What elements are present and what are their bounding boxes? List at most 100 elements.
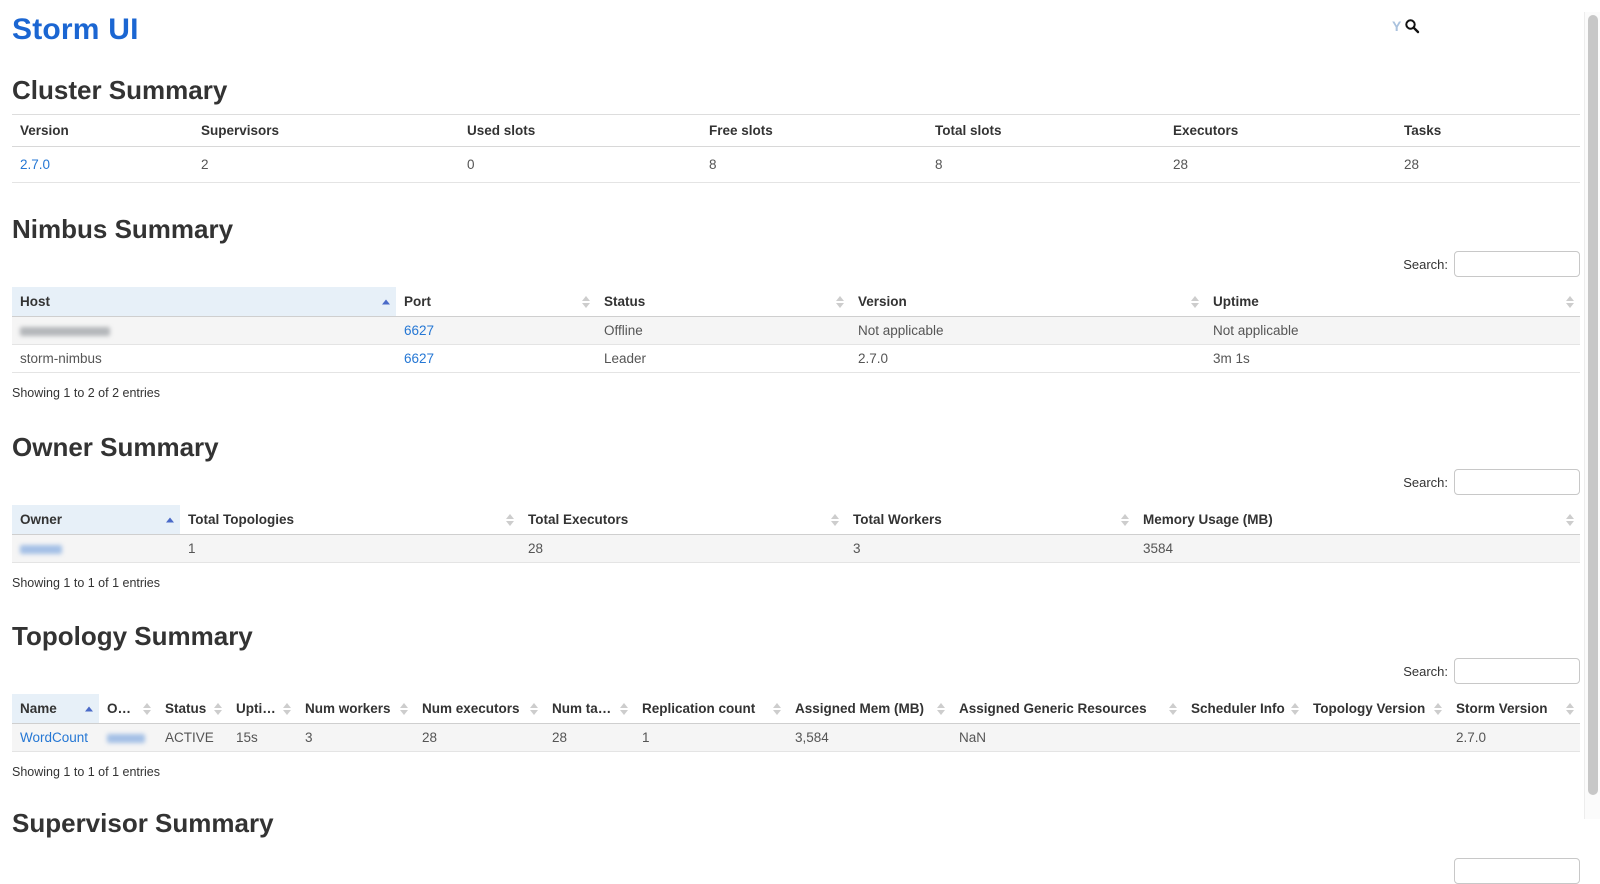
- nimbus-host-cell: storm-nimbus: [12, 345, 396, 373]
- nimbus-col-status[interactable]: Status: [596, 287, 850, 317]
- nimbus-uptime-cell: Not applicable: [1205, 317, 1580, 345]
- nimbus-version-cell: 2.7.0: [850, 345, 1205, 373]
- owner-header-row: Owner Total Topologies Total Executors T…: [12, 505, 1580, 535]
- nimbus-search-row: Search:: [12, 251, 1580, 277]
- cluster-version-link[interactable]: 2.7.0: [20, 157, 50, 172]
- sort-both-icon: [506, 514, 514, 526]
- nimbus-port-link[interactable]: 6627: [404, 323, 434, 338]
- page-title: Storm UI: [12, 12, 1580, 48]
- topology-num-tasks-cell: 28: [544, 724, 634, 752]
- sort-both-icon: [283, 703, 291, 715]
- topbar-icons: Y: [1392, 16, 1420, 36]
- cluster-header-row: Version Supervisors Used slots Free slot…: [12, 115, 1580, 147]
- column-label: Num executors: [422, 701, 520, 716]
- vertical-scrollbar-thumb[interactable]: [1588, 15, 1598, 795]
- sort-asc-icon: [382, 299, 390, 304]
- topology-col-owner[interactable]: Owner: [99, 694, 157, 724]
- sort-both-icon: [620, 703, 628, 715]
- owner-col-total-topologies[interactable]: Total Topologies: [180, 505, 520, 535]
- nimbus-search-input[interactable]: [1454, 251, 1580, 277]
- nimbus-col-version[interactable]: Version: [850, 287, 1205, 317]
- topology-header-row: Name Owner Status Uptime Num workers: [12, 694, 1580, 724]
- column-label: Port: [404, 294, 431, 309]
- topology-col-assigned-mem[interactable]: Assigned Mem (MB): [787, 694, 951, 724]
- owner-search-input[interactable]: [1454, 469, 1580, 495]
- topology-search-label: Search:: [1403, 664, 1448, 679]
- nimbus-status-cell: Offline: [596, 317, 850, 345]
- nimbus-summary-heading: Nimbus Summary: [12, 213, 1580, 245]
- topology-col-topology-version[interactable]: Topology Version: [1305, 694, 1448, 724]
- topology-row: WordCount ACTIVE 15s 3 28 28 1 3,584 NaN…: [12, 724, 1580, 752]
- topology-col-num-tasks[interactable]: Num tasks: [544, 694, 634, 724]
- topology-storm-version-cell: 2.7.0: [1448, 724, 1580, 752]
- topology-status-cell: ACTIVE: [157, 724, 228, 752]
- supervisor-search-input[interactable]: [1454, 858, 1580, 884]
- owner-name-cell: [12, 535, 180, 563]
- cluster-col-tasks: Tasks: [1396, 115, 1580, 147]
- topology-col-replication-count[interactable]: Replication count: [634, 694, 787, 724]
- nimbus-row: storm-nimbus 6627 Leader 2.7.0 3m 1s: [12, 345, 1580, 373]
- supervisor-summary-heading: Supervisor Summary: [12, 807, 1580, 839]
- nimbus-host-cell: [12, 317, 396, 345]
- redacted-owner-value: [107, 734, 145, 743]
- cluster-col-used-slots: Used slots: [459, 115, 701, 147]
- topology-uptime-cell: 15s: [228, 724, 297, 752]
- nimbus-header-row: Host Port Status Version Uptime: [12, 287, 1580, 317]
- topology-name-link[interactable]: WordCount: [20, 730, 88, 745]
- sort-both-icon: [400, 703, 408, 715]
- topology-col-num-workers[interactable]: Num workers: [297, 694, 414, 724]
- column-label: Replication count: [642, 701, 755, 716]
- owner-total-executors-cell: 28: [520, 535, 845, 563]
- owner-col-total-executors[interactable]: Total Executors: [520, 505, 845, 535]
- column-label: Total Executors: [528, 512, 628, 527]
- sort-both-icon: [1291, 703, 1299, 715]
- y-icon[interactable]: Y: [1392, 16, 1401, 36]
- nimbus-port-cell: 6627: [396, 317, 596, 345]
- topology-col-uptime[interactable]: Uptime: [228, 694, 297, 724]
- topology-assigned-mem-cell: 3,584: [787, 724, 951, 752]
- supervisor-search-row: [12, 858, 1580, 884]
- nimbus-col-host[interactable]: Host: [12, 287, 396, 317]
- nimbus-uptime-cell: 3m 1s: [1205, 345, 1580, 373]
- topology-num-workers-cell: 3: [297, 724, 414, 752]
- column-label: Host: [20, 294, 50, 309]
- sort-both-icon: [836, 296, 844, 308]
- cluster-total-slots-cell: 8: [927, 147, 1165, 183]
- sort-both-icon: [530, 703, 538, 715]
- topology-col-assigned-generic-resources[interactable]: Assigned Generic Resources: [951, 694, 1183, 724]
- topology-col-status[interactable]: Status: [157, 694, 228, 724]
- cluster-used-slots-cell: 0: [459, 147, 701, 183]
- topology-col-storm-version[interactable]: Storm Version: [1448, 694, 1580, 724]
- topology-search-row: Search:: [12, 658, 1580, 684]
- sort-both-icon: [582, 296, 590, 308]
- sort-both-icon: [1169, 703, 1177, 715]
- column-label: Num workers: [305, 701, 391, 716]
- nimbus-col-uptime[interactable]: Uptime: [1205, 287, 1580, 317]
- column-label: Version: [858, 294, 907, 309]
- topology-entries-info: Showing 1 to 1 of 1 entries: [12, 765, 1580, 779]
- sort-both-icon: [1566, 296, 1574, 308]
- search-icon[interactable]: [1404, 18, 1420, 34]
- cluster-summary-table: Version Supervisors Used slots Free slot…: [12, 114, 1580, 183]
- nimbus-port-link[interactable]: 6627: [404, 351, 434, 366]
- column-label: Owner: [20, 512, 62, 527]
- topology-col-num-executors[interactable]: Num executors: [414, 694, 544, 724]
- topology-col-name[interactable]: Name: [12, 694, 99, 724]
- owner-col-total-workers[interactable]: Total Workers: [845, 505, 1135, 535]
- column-label: Memory Usage (MB): [1143, 512, 1273, 527]
- sort-both-icon: [937, 703, 945, 715]
- sort-both-icon: [1566, 703, 1574, 715]
- cluster-summary-heading: Cluster Summary: [12, 74, 1580, 106]
- vertical-scrollbar-track[interactable]: [1584, 12, 1600, 819]
- topology-topology-version-cell: [1305, 724, 1448, 752]
- redacted-host-value: [20, 327, 110, 336]
- topology-search-input[interactable]: [1454, 658, 1580, 684]
- column-label: Assigned Mem (MB): [795, 701, 924, 716]
- nimbus-col-port[interactable]: Port: [396, 287, 596, 317]
- nimbus-status-cell: Leader: [596, 345, 850, 373]
- owner-col-memory-usage[interactable]: Memory Usage (MB): [1135, 505, 1580, 535]
- nimbus-version-cell: Not applicable: [850, 317, 1205, 345]
- topology-col-scheduler-info[interactable]: Scheduler Info: [1183, 694, 1305, 724]
- cluster-col-supervisors: Supervisors: [193, 115, 459, 147]
- owner-col-owner[interactable]: Owner: [12, 505, 180, 535]
